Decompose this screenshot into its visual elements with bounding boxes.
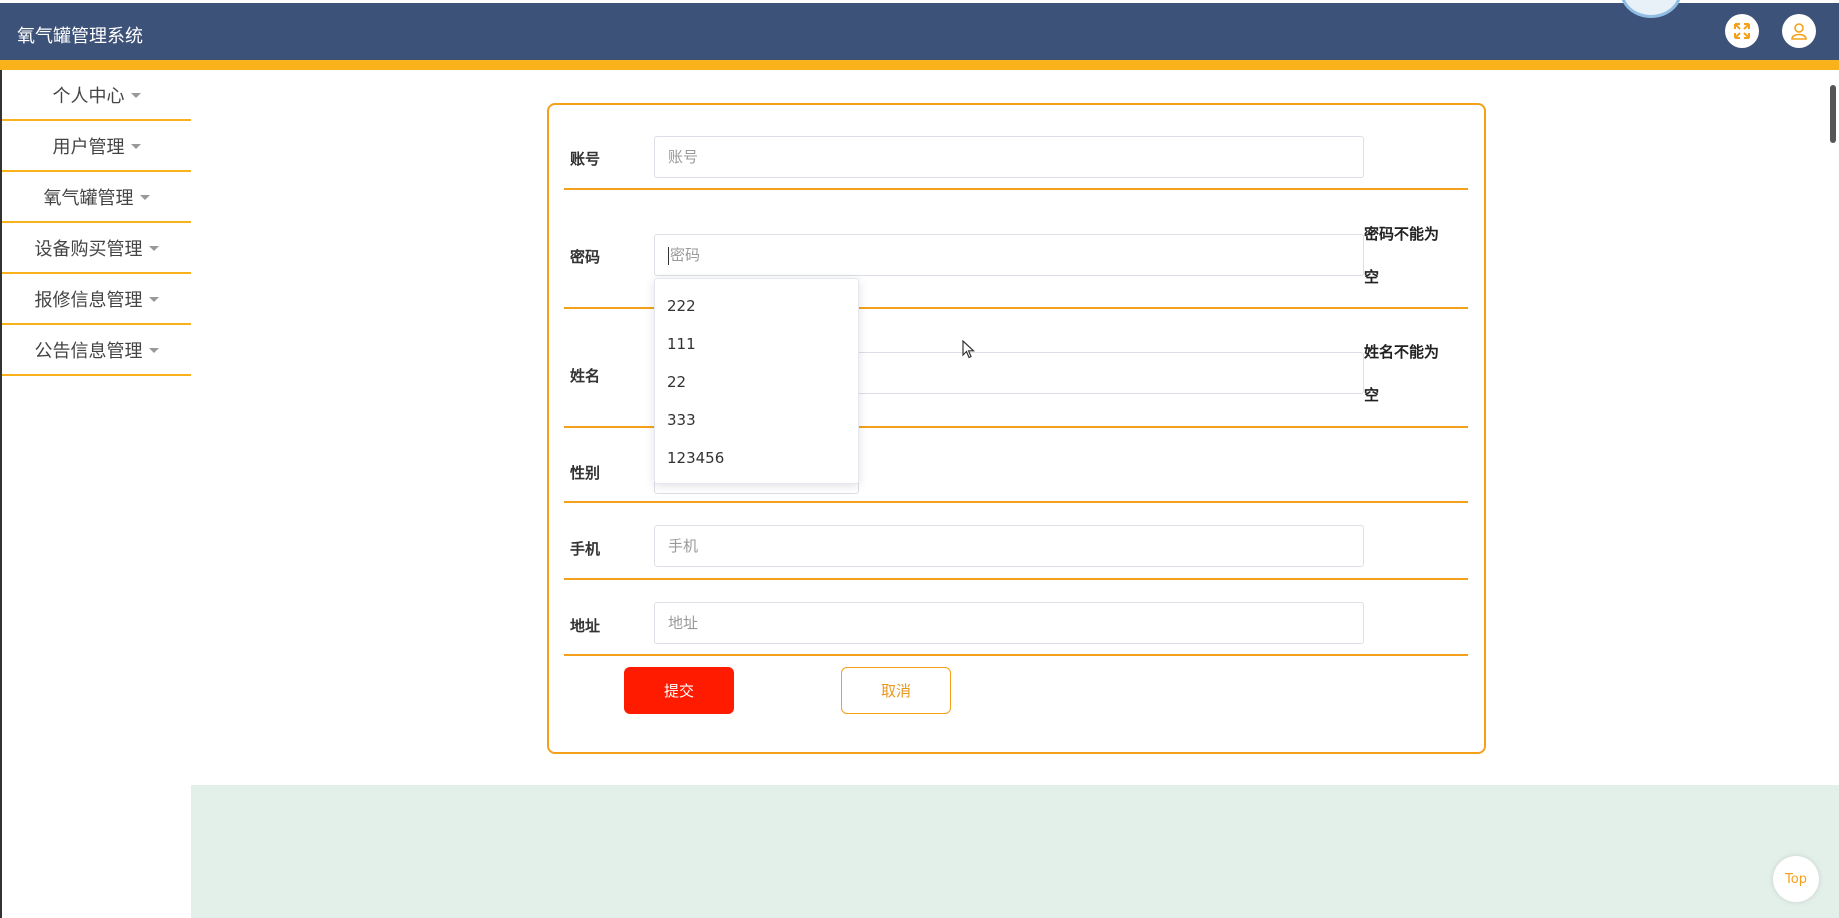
sidebar-item-repair-info[interactable]: 报修信息管理 — [2, 274, 191, 325]
sidebar-item-label: 氧气罐管理 — [43, 187, 134, 209]
autocomplete-option[interactable]: 333 — [655, 401, 858, 439]
password-error-text: 密码不能为 — [1364, 225, 1440, 243]
app-title: 氧气罐管理系统 — [17, 26, 143, 47]
phone-placeholder: 手机 — [668, 537, 699, 555]
phone-label: 手机 — [570, 540, 601, 558]
gender-label: 性别 — [570, 464, 601, 482]
autocomplete-option[interactable]: 123456 — [655, 439, 858, 477]
sidebar-item-label: 公告信息管理 — [34, 340, 143, 362]
top-bar: 氧气罐管理系统 — [0, 0, 1839, 60]
name-error-text: 姓名不能为 — [1364, 343, 1440, 361]
caret-down-icon — [148, 297, 159, 302]
account-label: 账号 — [570, 150, 601, 168]
autocomplete-option[interactable]: 111 — [655, 325, 858, 363]
sidebar: 个人中心 用户管理 氧气罐管理 设备购买管理 报修信息管理 公告信息管理 — [2, 70, 191, 376]
row-divider — [564, 501, 1468, 503]
sidebar-item-equipment-purchase[interactable]: 设备购买管理 — [2, 223, 191, 274]
sidebar-item-personal-center[interactable]: 个人中心 — [2, 70, 191, 121]
password-label: 密码 — [570, 248, 601, 266]
header-accent-strip — [0, 60, 1839, 70]
sidebar-item-announcement[interactable]: 公告信息管理 — [2, 325, 191, 376]
submit-button[interactable]: 提交 — [624, 667, 734, 714]
scrollbar-thumb[interactable] — [1830, 85, 1836, 143]
sidebar-item-label: 报修信息管理 — [34, 289, 143, 311]
sidebar-item-label: 用户管理 — [52, 136, 125, 158]
sidebar-item-oxygen-tank-management[interactable]: 氧气罐管理 — [2, 172, 191, 223]
autocomplete-option[interactable]: 222 — [655, 287, 858, 325]
footer-area — [191, 785, 1839, 918]
caret-down-icon — [139, 195, 150, 200]
account-placeholder: 账号 — [668, 148, 699, 166]
caret-down-icon — [130, 93, 141, 98]
cancel-button[interactable]: 取消 — [841, 667, 951, 714]
back-to-top-button[interactable]: Top — [1773, 856, 1819, 902]
row-divider — [564, 188, 1468, 190]
phone-input[interactable]: 手机 — [654, 525, 1364, 567]
address-label: 地址 — [570, 617, 601, 635]
fullscreen-icon[interactable] — [1725, 14, 1759, 48]
user-icon[interactable] — [1782, 14, 1816, 48]
account-input[interactable]: 账号 — [654, 136, 1364, 178]
autocomplete-option[interactable]: 22 — [655, 363, 858, 401]
sidebar-item-label: 设备购买管理 — [34, 238, 143, 260]
password-input[interactable]: 密码 — [654, 234, 1364, 276]
password-error-text-cont: 空 — [1364, 268, 1380, 286]
caret-down-icon — [148, 246, 159, 251]
name-label: 姓名 — [570, 367, 601, 385]
autocomplete-dropdown: 222 111 22 333 123456 — [654, 278, 859, 484]
name-error-text-cont: 空 — [1364, 386, 1380, 404]
sidebar-item-user-management[interactable]: 用户管理 — [2, 121, 191, 172]
caret-down-icon — [148, 348, 159, 353]
mouse-cursor-icon — [962, 340, 976, 359]
text-cursor — [668, 246, 669, 265]
row-divider — [564, 654, 1468, 656]
sidebar-item-label: 个人中心 — [52, 85, 125, 107]
address-placeholder: 地址 — [668, 614, 699, 632]
caret-down-icon — [130, 144, 141, 149]
row-divider — [564, 578, 1468, 580]
password-placeholder: 密码 — [670, 246, 701, 264]
address-input[interactable]: 地址 — [654, 602, 1364, 644]
